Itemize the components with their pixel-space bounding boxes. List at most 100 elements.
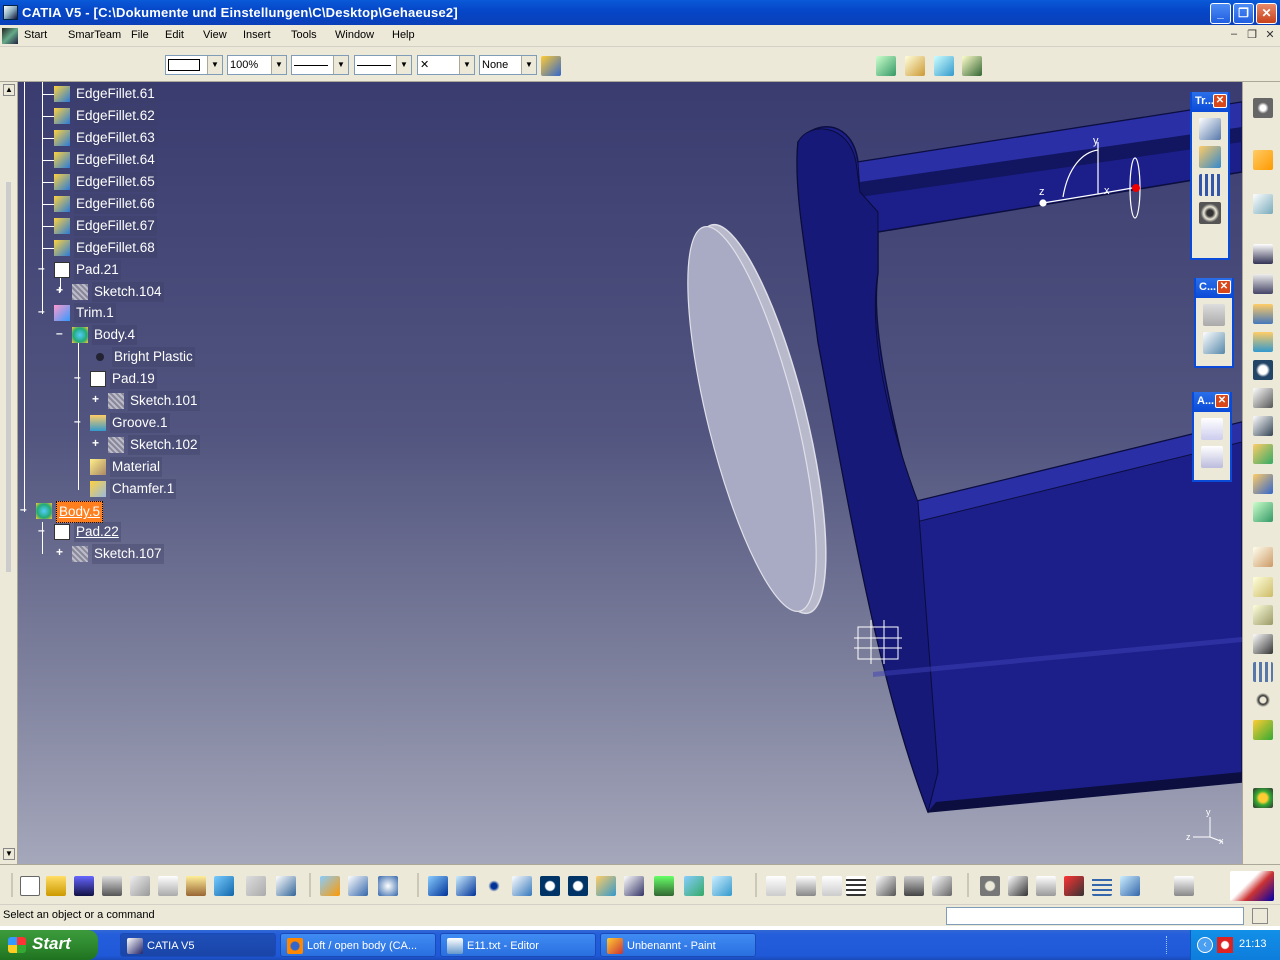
toolbox-close-icon[interactable]: ✕ — [1215, 394, 1229, 408]
doc-minimize-icon[interactable]: – — [1227, 28, 1241, 40]
expand-sketch102-icon[interactable]: + — [92, 437, 101, 449]
undo-icon[interactable] — [214, 876, 234, 896]
line-thickness-combo[interactable]: ▼ — [291, 55, 349, 75]
slot-tool-icon[interactable] — [1253, 416, 1273, 436]
normal-to-icon[interactable] — [596, 876, 616, 896]
units-icon[interactable] — [1036, 876, 1056, 896]
knowledge-icon[interactable] — [822, 876, 842, 896]
menu-start[interactable]: Start — [24, 29, 47, 41]
catia-app-icon[interactable] — [3, 5, 18, 20]
collapse-body4-icon[interactable]: – — [56, 327, 65, 339]
measure-between-icon[interactable] — [1064, 876, 1084, 896]
sketcher-icon[interactable] — [1253, 194, 1273, 214]
menu-tools[interactable]: Tools — [291, 29, 317, 41]
render-icon[interactable] — [378, 876, 398, 896]
expand-sketch104-icon[interactable]: + — [56, 284, 65, 296]
list-icon[interactable] — [1092, 876, 1112, 896]
toolbox-close-icon[interactable]: ✕ — [1213, 94, 1227, 108]
menu-edit[interactable]: Edit — [165, 29, 184, 41]
hole-tool-icon[interactable] — [1253, 360, 1273, 380]
point-type-combo[interactable]: ✕ ▼ — [417, 55, 475, 75]
swap-space-icon[interactable] — [712, 876, 732, 896]
menu-file[interactable]: File — [131, 29, 149, 41]
menu-insert[interactable]: Insert — [243, 29, 271, 41]
lock-icon[interactable] — [904, 876, 924, 896]
collapse-groove1-icon[interactable]: – — [74, 415, 83, 427]
command-input[interactable] — [946, 907, 1244, 925]
constraint-defined-icon[interactable] — [1203, 332, 1225, 354]
gear-icon[interactable] — [1253, 98, 1273, 118]
collapse-pad21-icon[interactable]: – — [38, 262, 47, 274]
rect-pattern-icon[interactable] — [1253, 662, 1273, 682]
paste-icon[interactable] — [186, 876, 206, 896]
new-icon[interactable] — [20, 876, 40, 896]
task-paint[interactable]: Unbenannt - Paint — [600, 933, 756, 957]
open-icon[interactable] — [46, 876, 66, 896]
tree-scrollbar[interactable]: ▲ ▼ — [0, 82, 18, 864]
collapse-pad19-icon[interactable]: – — [74, 371, 83, 383]
select-arrow-icon[interactable] — [1253, 150, 1273, 170]
pan-icon[interactable] — [484, 876, 504, 896]
print-setup-icon[interactable] — [1174, 876, 1194, 896]
toolbox-close-icon[interactable]: ✕ — [1217, 280, 1231, 294]
zoom-in-icon[interactable] — [540, 876, 560, 896]
collapse-body5-icon[interactable]: – — [20, 503, 29, 515]
plane-icon[interactable] — [1120, 876, 1140, 896]
draft-tool-icon[interactable] — [1253, 502, 1273, 522]
task-catia[interactable]: CATIA V5 — [120, 933, 276, 957]
shading-icon[interactable] — [654, 876, 674, 896]
pad-tool-icon[interactable] — [1253, 244, 1273, 264]
menu-view[interactable]: View — [203, 29, 227, 41]
axis-system-icon[interactable] — [1253, 690, 1273, 710]
constraint-icon[interactable] — [1203, 304, 1225, 326]
collapse-pad22-icon[interactable]: – — [38, 524, 47, 536]
pattern-icon[interactable] — [1199, 174, 1221, 196]
annotation-toolbox[interactable]: A... ✕ — [1192, 392, 1232, 482]
close-surface-icon[interactable] — [1253, 605, 1273, 625]
cut-icon[interactable] — [130, 876, 150, 896]
catalog-icon[interactable] — [876, 56, 896, 76]
expand-sketch107-icon[interactable]: + — [56, 546, 65, 558]
pocket-tool-icon[interactable] — [1253, 274, 1273, 294]
eraser-icon[interactable] — [934, 56, 954, 76]
comment-icon[interactable] — [796, 876, 816, 896]
update-icon[interactable] — [980, 876, 1000, 896]
doc-close-icon[interactable]: ✕ — [1263, 28, 1277, 41]
catia-menu-icon[interactable] — [2, 28, 18, 44]
fit-all-icon[interactable] — [428, 876, 448, 896]
scroll-up-button[interactable]: ▲ — [3, 84, 15, 96]
save-icon[interactable] — [74, 876, 94, 896]
table-icon[interactable] — [846, 876, 866, 896]
transformation-toolbox[interactable]: Tr... ✕ — [1190, 92, 1230, 260]
print-icon[interactable] — [102, 876, 122, 896]
shaft-tool-icon[interactable] — [1253, 304, 1273, 324]
task-firefox[interactable]: Loft / open body (CA... — [280, 933, 436, 957]
flag-note-icon[interactable] — [1201, 446, 1223, 468]
start-button[interactable]: Start — [0, 930, 98, 960]
close-button[interactable]: ✕ — [1256, 3, 1277, 24]
groove-tool-icon[interactable] — [1253, 332, 1273, 352]
clock[interactable]: 21:13 — [1239, 938, 1267, 950]
scale-icon[interactable] — [1199, 202, 1221, 224]
axis-tool-icon[interactable] — [1008, 876, 1028, 896]
menu-smarteam[interactable]: SmarTeam — [68, 29, 121, 41]
measure-icon[interactable] — [1253, 788, 1273, 808]
normal-view-icon[interactable] — [456, 876, 476, 896]
redo-icon[interactable] — [246, 876, 266, 896]
split-tool-icon[interactable] — [1253, 547, 1273, 567]
layer-combo[interactable]: None ▼ — [479, 55, 537, 75]
fly-mode-icon[interactable] — [320, 876, 340, 896]
constraint-toolbox[interactable]: C... ✕ — [1194, 278, 1234, 368]
rib-tool-icon[interactable] — [1253, 388, 1273, 408]
sew-surface-icon[interactable] — [1253, 634, 1273, 654]
thick-surface-icon[interactable] — [1253, 577, 1273, 597]
quick-view-icon[interactable] — [624, 876, 644, 896]
text-annotation-icon[interactable] — [1201, 418, 1223, 440]
task-editor[interactable]: E11.txt - Editor — [440, 933, 596, 957]
layers-icon[interactable] — [905, 56, 925, 76]
power-input-icon[interactable] — [1252, 908, 1268, 924]
menu-help[interactable]: Help — [392, 29, 415, 41]
copy-icon[interactable] — [158, 876, 178, 896]
3d-viewport[interactable]: y z x y z x EdgeFillet.61 EdgeFillet.62 … — [18, 82, 1242, 864]
acrobat-tray-icon[interactable] — [1217, 937, 1233, 953]
